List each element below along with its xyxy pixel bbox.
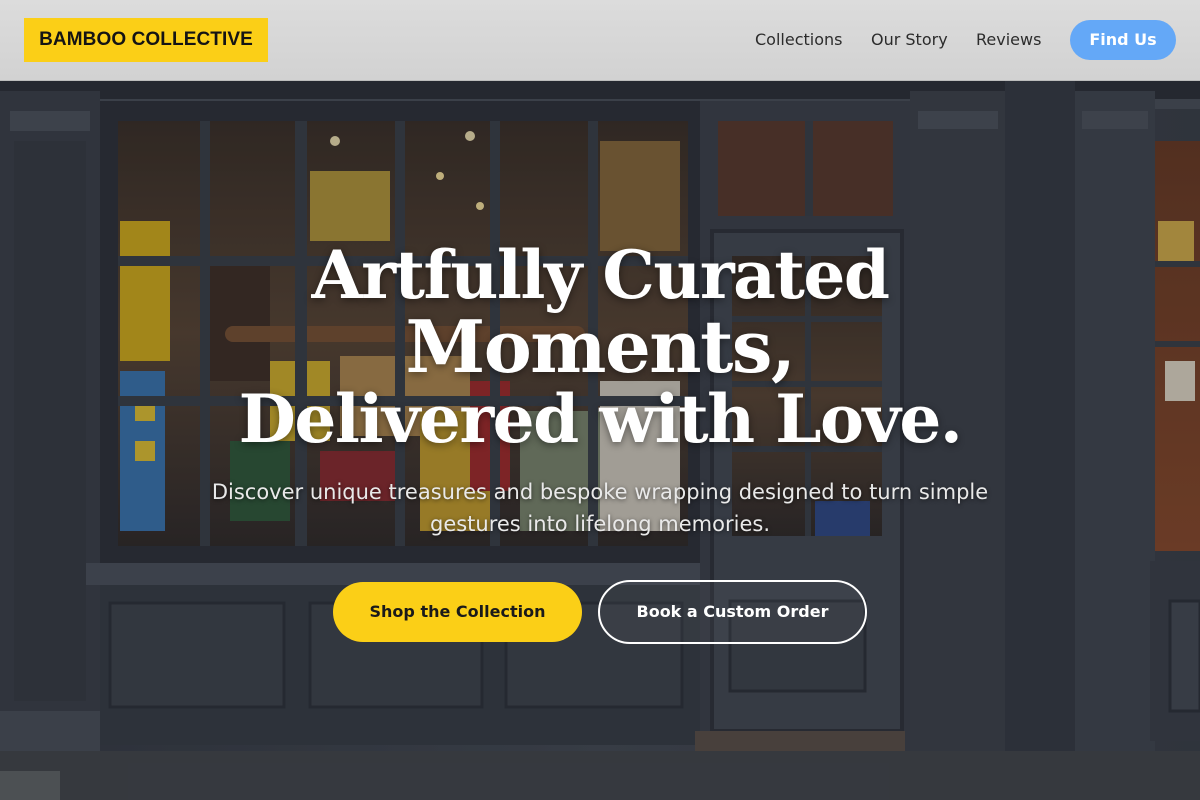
brand-logo[interactable]: BAMBOO COLLECTIVE	[24, 18, 268, 62]
hero-subtext: Discover unique treasures and bespoke wr…	[180, 476, 1020, 540]
hero-subtext-line-1: Discover unique treasures and bespoke wr…	[211, 480, 989, 504]
site-header: BAMBOO COLLECTIVE Collections Our Story …	[0, 0, 1200, 81]
shop-collection-button[interactable]: Shop the Collection	[333, 582, 582, 642]
hero-subtext-line-2: gestures into lifelong memories.	[429, 512, 770, 536]
book-custom-order-button[interactable]: Book a Custom Order	[598, 580, 867, 644]
nav-link-reviews[interactable]: Reviews	[976, 30, 1041, 50]
nav-link-our-story[interactable]: Our Story	[871, 30, 948, 50]
nav-link-collections[interactable]: Collections	[755, 30, 842, 50]
find-us-button[interactable]: Find Us	[1070, 20, 1176, 60]
hero-headline-line-1: Artfully Curated	[311, 236, 891, 314]
hero-headline-line-3: Delivered with Love.	[238, 380, 963, 458]
hero-headline-line-2: Moments,	[405, 304, 796, 389]
hero-headline: Artfully Curated Moments, Delivered with…	[0, 239, 1200, 455]
